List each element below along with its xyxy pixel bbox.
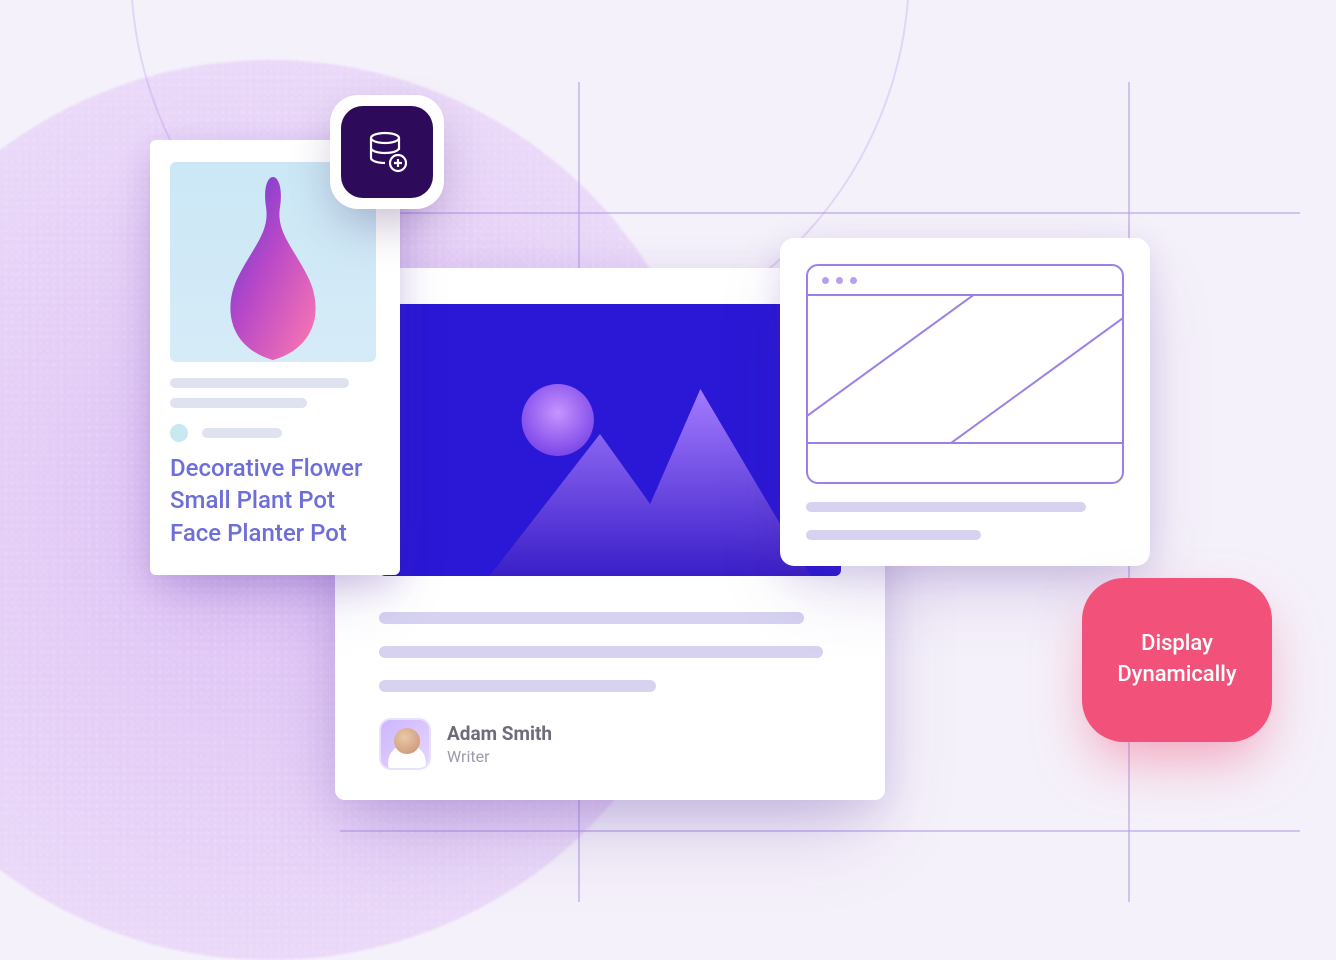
cta-label: Display Dynamically (1117, 629, 1236, 691)
skeleton-line (379, 680, 656, 692)
grid-line (340, 830, 1300, 832)
grid-line (340, 212, 1300, 214)
product-title: Decorative Flower Small Plant Pot Face P… (170, 452, 380, 549)
article-hero-image (379, 304, 841, 576)
browser-body (808, 296, 1122, 444)
skeleton-line (202, 428, 282, 438)
skeleton-line (170, 398, 307, 408)
author-avatar (379, 718, 431, 770)
skeleton-line (379, 646, 823, 658)
window-dot (850, 277, 857, 284)
wireframe-card (780, 238, 1150, 566)
skeleton-line (379, 612, 804, 624)
window-dot (822, 277, 829, 284)
skeleton-line (806, 530, 981, 540)
skeleton-dot (170, 424, 188, 442)
database-add-icon (341, 106, 433, 198)
display-dynamically-badge[interactable]: Display Dynamically (1082, 578, 1272, 742)
author-role: Writer (447, 747, 552, 766)
author-row: Adam Smith Writer (379, 718, 841, 770)
skeleton-line (806, 502, 1086, 512)
database-badge (330, 95, 444, 209)
skeleton-line (170, 378, 349, 388)
browser-titlebar (808, 266, 1122, 296)
browser-frame (806, 264, 1124, 484)
vase-illustration (208, 172, 338, 362)
author-name: Adam Smith (447, 722, 552, 745)
window-dot (836, 277, 843, 284)
